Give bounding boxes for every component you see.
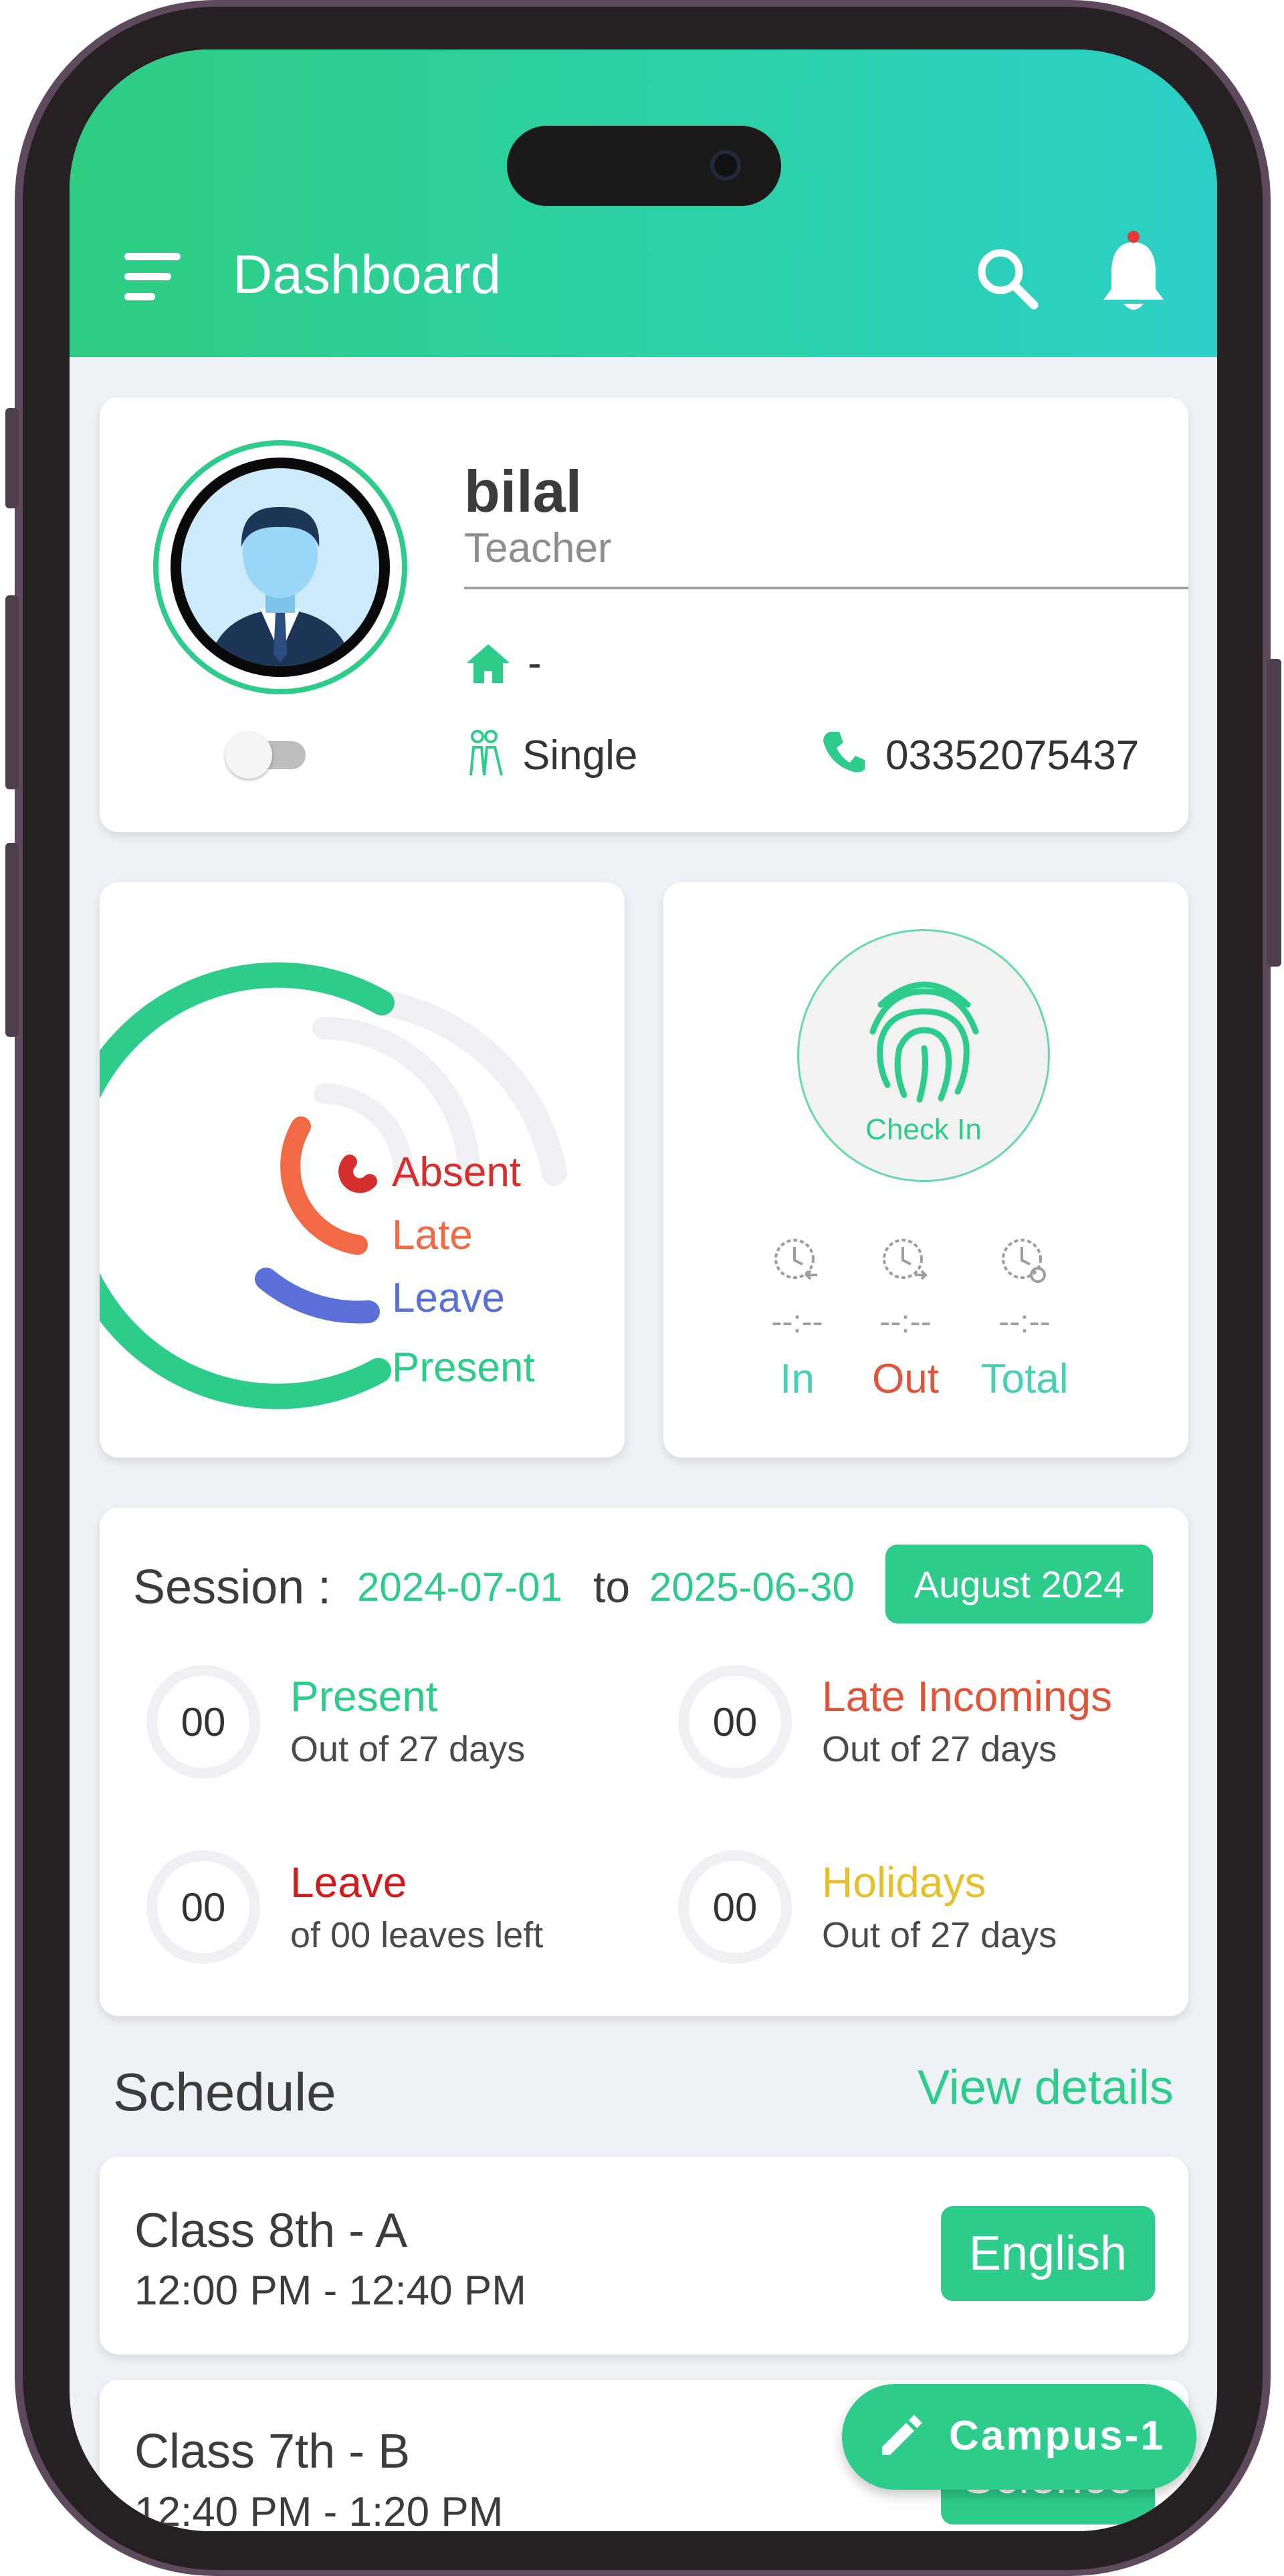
leave-ring-arc xyxy=(255,1268,380,1324)
time-total-label: Total xyxy=(980,1356,1069,1402)
time-in-label: In xyxy=(780,1356,815,1402)
phone-power-button xyxy=(1267,659,1281,967)
schedule-heading: Schedule xyxy=(113,2062,336,2122)
campus-fab-label: Campus-1 xyxy=(949,2413,1166,2459)
clock-out-icon xyxy=(883,1239,928,1280)
avatar[interactable] xyxy=(153,440,407,694)
check-in-card: Check In --:-- --:-- --:-- In Out Total xyxy=(663,882,1188,1458)
absent-ring-arc xyxy=(338,1155,377,1193)
schedule-item[interactable]: Class 8th - A 12:00 PM - 12:40 PM Englis… xyxy=(100,2157,1188,2355)
phone-volume-down xyxy=(5,843,19,1037)
profile-divider xyxy=(464,587,1188,589)
session-card: Session : 2024-07-01 to 2025-06-30 Augus… xyxy=(100,1508,1188,2016)
legend-present: Present xyxy=(392,1345,535,1391)
legend-leave: Leave xyxy=(392,1275,505,1321)
schedule-class: Class 8th - A xyxy=(134,2204,408,2258)
holidays-title: Holidays xyxy=(822,1858,986,1906)
phone-icon[interactable] xyxy=(821,728,867,775)
session-end-date: 2025-06-30 xyxy=(649,1565,855,1609)
present-title: Present xyxy=(290,1672,438,1720)
legend-absent: Absent xyxy=(392,1149,522,1195)
subject-badge: English xyxy=(941,2206,1155,2301)
campus-fab-button[interactable]: Campus-1 xyxy=(842,2384,1196,2490)
page-title: Dashboard xyxy=(233,244,502,305)
time-out-value: --:-- xyxy=(879,1304,932,1340)
holidays-count-circle: 00 xyxy=(678,1850,792,1964)
profile-address: - xyxy=(528,640,542,686)
notification-bell-icon[interactable] xyxy=(1097,230,1170,317)
check-in-button[interactable]: Check In xyxy=(797,929,1050,1182)
late-subtitle: Out of 27 days xyxy=(822,1729,1057,1769)
late-count-circle: 00 xyxy=(678,1665,792,1779)
month-selector-button[interactable]: August 2024 xyxy=(885,1545,1153,1623)
marital-status: Single xyxy=(522,732,638,779)
holidays-subtitle: Out of 27 days xyxy=(822,1915,1057,1955)
attendance-rings-chart xyxy=(100,962,567,1409)
leave-title: Leave xyxy=(290,1858,407,1906)
check-in-label: Check In xyxy=(865,1113,982,1146)
time-in-value: --:-- xyxy=(771,1304,823,1340)
leave-count-circle: 00 xyxy=(146,1850,260,1964)
app-screen: Dashboard bilal Teacher - Single 0335207… xyxy=(70,49,1217,2531)
profile-card: bilal Teacher - Single 03352075437 xyxy=(100,397,1188,832)
phone-volume-up xyxy=(5,595,19,789)
late-title: Late Incomings xyxy=(822,1672,1113,1720)
status-toggle[interactable] xyxy=(225,732,312,779)
session-start-date: 2024-07-01 xyxy=(357,1565,562,1609)
phone-side-button xyxy=(5,408,19,508)
clock-in-icon xyxy=(774,1239,817,1280)
present-count-circle: 00 xyxy=(146,1665,260,1779)
time-out-label: Out xyxy=(872,1356,939,1402)
profile-phone[interactable]: 03352075437 xyxy=(885,732,1139,779)
schedule-time: 12:40 PM - 1:20 PM xyxy=(134,2489,504,2531)
view-details-link[interactable]: View details xyxy=(918,2060,1174,2115)
attendance-chart-card: Absent Late Leave Present xyxy=(100,882,625,1458)
time-total-value: --:-- xyxy=(998,1304,1051,1340)
session-label: Session : xyxy=(133,1561,332,1614)
profile-name: bilal xyxy=(464,458,582,524)
couple-icon xyxy=(469,730,503,776)
fingerprint-icon xyxy=(869,981,979,1103)
home-icon xyxy=(467,644,510,683)
present-subtitle: Out of 27 days xyxy=(290,1729,526,1769)
legend-late: Late xyxy=(392,1212,473,1258)
schedule-time: 12:00 PM - 12:40 PM xyxy=(134,2268,526,2314)
schedule-class: Class 7th - B xyxy=(134,2425,411,2478)
front-camera xyxy=(710,150,741,181)
menu-icon[interactable] xyxy=(124,250,185,304)
leave-subtitle: of 00 leaves left xyxy=(290,1915,544,1955)
session-connector: to xyxy=(593,1562,631,1611)
profile-role: Teacher xyxy=(464,525,612,571)
edit-pencil-icon xyxy=(882,2415,922,2455)
clock-total-icon xyxy=(1002,1239,1046,1283)
search-icon[interactable] xyxy=(974,245,1041,312)
